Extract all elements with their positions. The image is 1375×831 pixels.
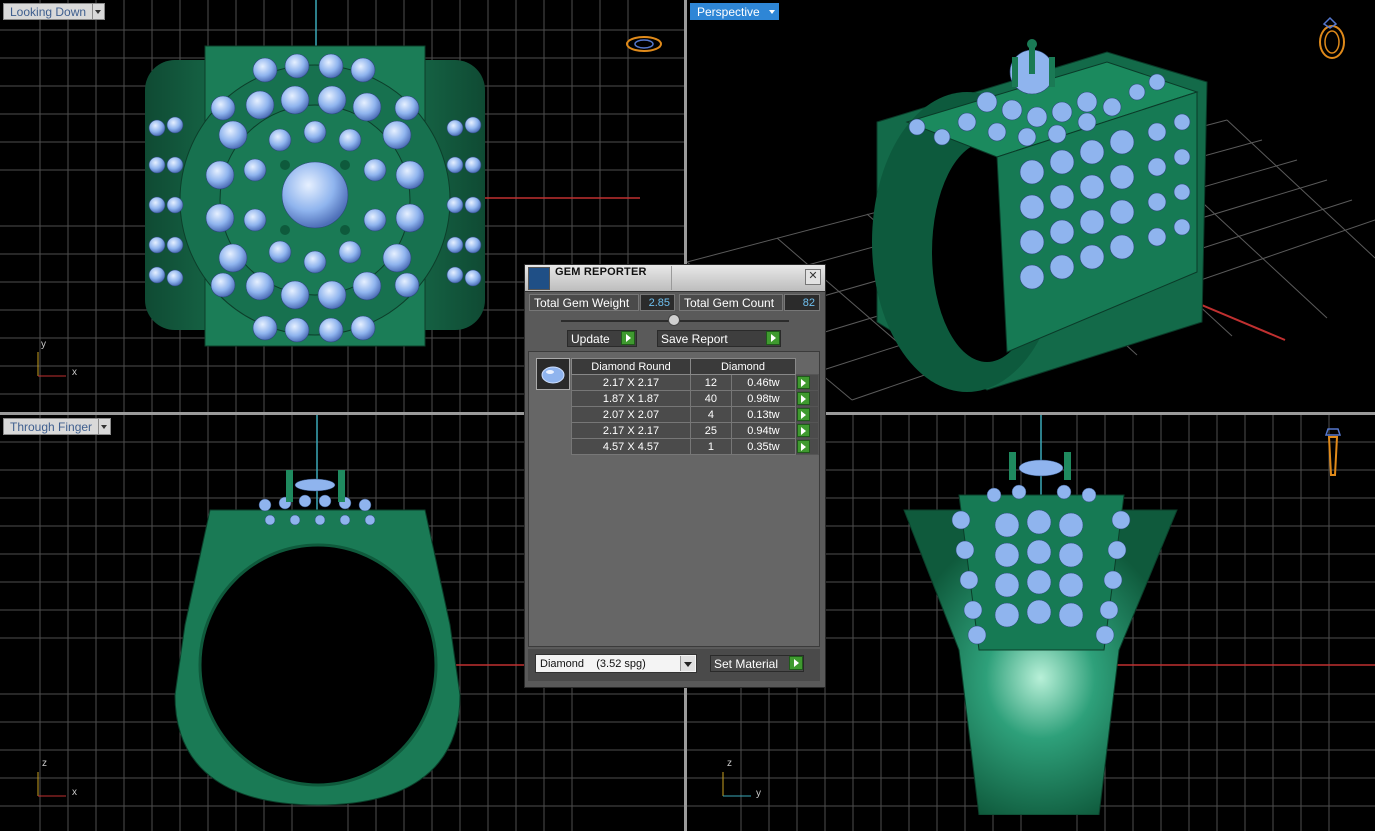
chevron-down-icon[interactable] (99, 418, 112, 435)
play-arrow-icon[interactable] (797, 440, 810, 453)
table-row[interactable]: 2.17 X 2.17 25 0.94tw (571, 422, 819, 439)
gem-weight: 0.46tw (730, 374, 797, 391)
gem-weight: 0.94tw (730, 422, 797, 439)
close-icon[interactable]: ✕ (805, 269, 821, 285)
ring-side-view (174, 470, 461, 806)
row-go-button[interactable] (795, 390, 819, 407)
total-weight-value: 2.85 (640, 294, 675, 311)
play-arrow-icon[interactable] (797, 376, 810, 389)
gem-table: Diamond Round Diamond 2.17 X 2.17 12 0.46t… (571, 358, 819, 455)
gem-size: 2.17 X 2.17 (571, 422, 691, 439)
gem-count: 1 (690, 438, 732, 455)
viewport-title[interactable]: Perspective (690, 3, 767, 20)
viewport-menu-through-finger[interactable]: Through Finger (3, 418, 112, 435)
play-arrow-icon[interactable] (797, 424, 810, 437)
save-report-button[interactable]: Save Report (657, 330, 781, 347)
ring-top-view (145, 45, 485, 347)
table-row[interactable]: 2.07 X 2.07 4 0.13tw (571, 406, 819, 423)
total-count-value: 82 (784, 294, 820, 311)
axis-label-x: x (72, 787, 77, 798)
row-go-button[interactable] (795, 422, 819, 439)
axis-label-z: z (727, 758, 732, 769)
ring-nav-icon[interactable] (624, 33, 664, 55)
gem-count: 40 (690, 390, 732, 407)
axis-label-z: z (42, 758, 47, 769)
gem-size: 2.07 X 2.07 (571, 406, 691, 423)
set-material-go-icon[interactable] (789, 656, 803, 670)
gem-weight: 0.35tw (730, 438, 797, 455)
play-arrow-icon[interactable] (797, 392, 810, 405)
chevron-down-icon[interactable] (766, 3, 779, 20)
row-go-button[interactable] (795, 406, 819, 423)
row-go-button[interactable] (795, 374, 819, 391)
table-row[interactable]: 1.87 X 1.87 40 0.98tw (571, 390, 819, 407)
ring-front-view (903, 452, 1178, 815)
material-select-value: Diamond (3.52 spg) (540, 658, 646, 670)
gem-size: 1.87 X 1.87 (571, 390, 691, 407)
table-row[interactable]: 2.17 X 2.17 12 0.46tw (571, 374, 819, 391)
gem-count: 12 (690, 374, 732, 391)
axis-label-y: y (756, 788, 761, 799)
gem-weight: 0.98tw (730, 390, 797, 407)
axis-label-x: x (72, 367, 77, 378)
column-header-material[interactable]: Diamond (690, 358, 796, 375)
row-go-button[interactable] (795, 438, 819, 455)
ring-side-nav-icon[interactable] (1320, 425, 1346, 479)
update-go-icon[interactable] (621, 331, 635, 345)
ring-perspective-view (872, 39, 1208, 392)
gem-size: 2.17 X 2.17 (571, 374, 691, 391)
chevron-down-icon[interactable] (680, 656, 695, 671)
round-diamond-icon (541, 366, 565, 384)
gem-count: 4 (690, 406, 732, 423)
viewport-menu-looking-down[interactable]: Looking Down (3, 3, 106, 20)
gem-reporter-dialog: GEM REPORTER ✕ Total Gem Weight 2.85 Tot… (524, 264, 826, 688)
table-row[interactable]: 4.57 X 4.57 1 0.35tw (571, 438, 819, 455)
play-arrow-icon[interactable] (797, 408, 810, 421)
axis-label-y: y (41, 339, 46, 350)
chevron-down-icon[interactable] (93, 3, 106, 20)
gem-thumbnail[interactable] (536, 358, 570, 390)
gem-count: 25 (690, 422, 732, 439)
total-weight-label: Total Gem Weight (529, 294, 639, 311)
viewport-title[interactable]: Looking Down (3, 3, 94, 20)
save-report-go-icon[interactable] (766, 331, 780, 345)
gem-size: 4.57 X 4.57 (571, 438, 691, 455)
gem-list-panel: Diamond Round Diamond 2.17 X 2.17 12 0.46t… (528, 351, 820, 647)
gem-reporter-icon (528, 267, 550, 290)
slider-handle[interactable] (668, 314, 680, 326)
column-header-shape[interactable]: Diamond Round (571, 358, 691, 375)
viewport-title[interactable]: Through Finger (3, 418, 100, 435)
gem-weight: 0.13tw (730, 406, 797, 423)
dialog-titlebar[interactable]: GEM REPORTER ✕ (525, 265, 825, 292)
material-select[interactable]: Diamond (3.52 spg) (535, 654, 697, 673)
ring-orientation-icon[interactable] (1310, 14, 1350, 62)
total-count-label: Total Gem Count (679, 294, 783, 311)
dialog-title: GEM REPORTER (555, 266, 647, 278)
viewport-menu-perspective[interactable]: Perspective (690, 3, 779, 20)
titlebar-divider (671, 266, 672, 290)
